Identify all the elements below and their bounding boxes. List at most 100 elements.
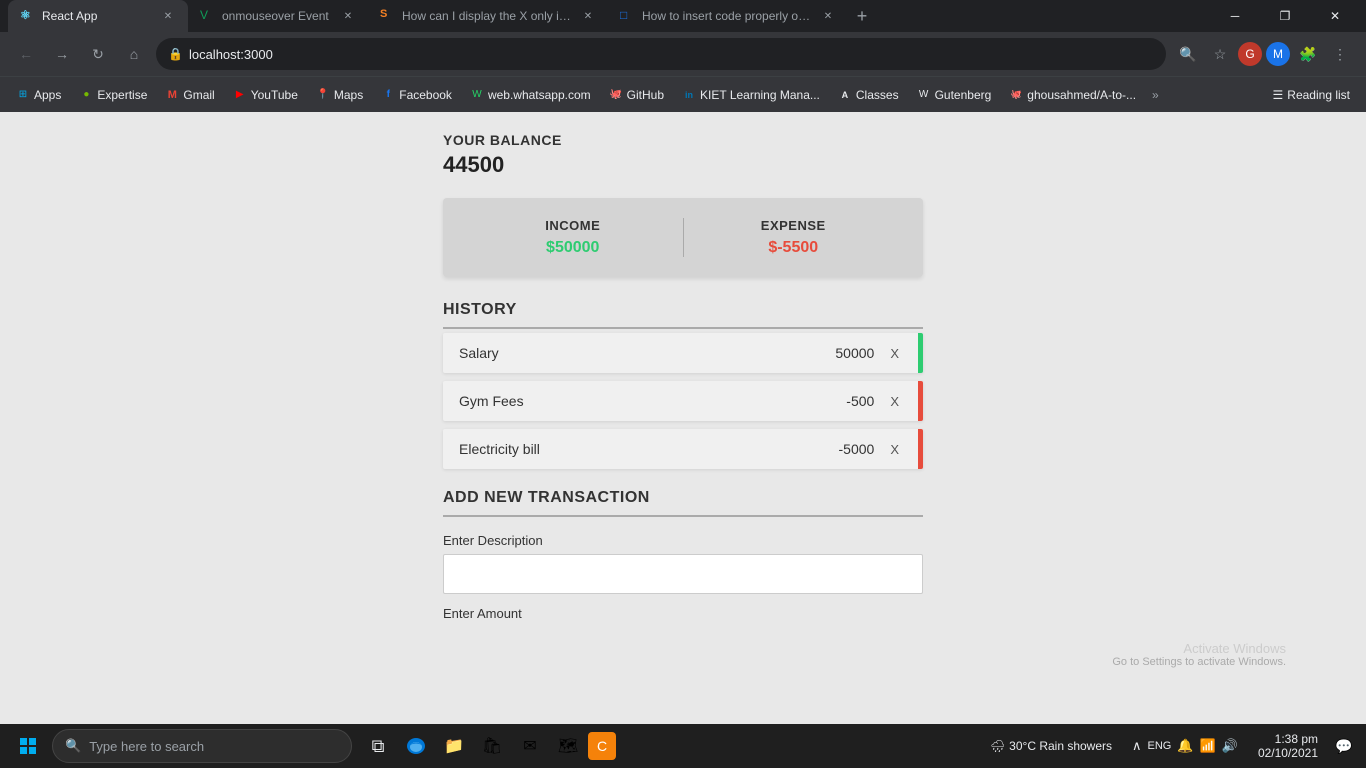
profile-icon-1[interactable]: G: [1238, 42, 1262, 66]
search-placeholder-text: Type here to search: [89, 739, 204, 754]
transaction-electricity-delete[interactable]: X: [890, 442, 899, 457]
bookmark-apps[interactable]: ⊞ Apps: [8, 84, 69, 106]
tab-stackoverflow1[interactable]: S How can I display the X only in si ✕: [368, 0, 608, 32]
volume-icon[interactable]: 🔊: [1222, 738, 1238, 754]
weather-display[interactable]: 🌧 30°C Rain showers: [982, 739, 1120, 753]
transaction-gym-delete[interactable]: X: [890, 394, 899, 409]
transaction-gym-name: Gym Fees: [459, 393, 846, 409]
bookmark-whatsapp-label: web.whatsapp.com: [488, 88, 591, 102]
description-input[interactable]: [443, 554, 923, 594]
bookmark-ghousahmed[interactable]: 🐙 ghousahmed/A-to-...: [1001, 84, 1144, 106]
wifi-icon[interactable]: 📶: [1200, 738, 1216, 754]
windows-logo: [20, 738, 36, 754]
bookmark-kiet[interactable]: in KIET Learning Mana...: [674, 84, 828, 106]
youtube-icon: ▶: [233, 88, 247, 102]
gutenberg-icon: W: [917, 88, 931, 102]
language-icon[interactable]: ENG: [1148, 740, 1172, 752]
expense-label: EXPENSE: [684, 218, 904, 233]
reading-list-icon: ☰: [1273, 88, 1284, 102]
transaction-salary-delete[interactable]: X: [890, 346, 899, 361]
ghousahmed-icon: 🐙: [1009, 88, 1023, 102]
date-display: 02/10/2021: [1258, 746, 1318, 760]
store-icon[interactable]: 🛍: [474, 728, 510, 764]
expense-amount: $-5500: [684, 239, 904, 257]
balance-label: YOUR BALANCE: [443, 132, 923, 148]
main-content: YOUR BALANCE 44500 INCOME $50000 EXPENSE…: [0, 112, 1366, 724]
clock-display[interactable]: 1:38 pm 02/10/2021: [1250, 732, 1326, 760]
time-display: 1:38 pm: [1258, 732, 1318, 746]
transaction-gym-amount: -500: [846, 393, 874, 409]
bookmark-kiet-label: KIET Learning Mana...: [700, 88, 820, 102]
edge-icon[interactable]: [398, 728, 434, 764]
bookmark-gutenberg-label: Gutenberg: [935, 88, 992, 102]
taskbar-search[interactable]: 🔍 Type here to search: [52, 729, 352, 763]
transaction-electricity: Electricity bill -5000 X: [443, 429, 923, 469]
tab-react[interactable]: ⚛ React App ✕: [8, 0, 188, 32]
bookmarks-more-button[interactable]: »: [1146, 84, 1165, 106]
titlebar: ⚛ React App ✕ V onmouseover Event ✕ S Ho…: [0, 0, 1366, 32]
extensions-icon[interactable]: 🧩: [1294, 40, 1322, 68]
new-tab-button[interactable]: +: [848, 2, 876, 30]
balance-section: YOUR BALANCE 44500: [443, 132, 923, 178]
bookmark-expertise-label: Expertise: [97, 88, 147, 102]
address-text: localhost:3000: [189, 47, 273, 62]
history-heading: HISTORY: [443, 301, 923, 319]
transaction-salary-name: Salary: [459, 345, 835, 361]
search-toolbar-icon[interactable]: 🔍: [1174, 40, 1202, 68]
bookmark-gmail[interactable]: M Gmail: [157, 84, 222, 106]
transaction-gym: Gym Fees -500 X: [443, 381, 923, 421]
balance-amount: 44500: [443, 152, 923, 178]
maps-taskbar-icon[interactable]: 🗺: [550, 728, 586, 764]
search-icon: 🔍: [65, 738, 81, 754]
reading-list-button[interactable]: ☰ Reading list: [1265, 84, 1358, 106]
taskbar: 🔍 Type here to search ⧉ 📁 🛍 ✉ 🗺 C 🌧 30°C…: [0, 724, 1366, 768]
tab-stackoverflow2[interactable]: □ How to insert code properly on S ✕: [608, 0, 848, 32]
tab-so2-close[interactable]: ✕: [820, 8, 836, 24]
refresh-button[interactable]: ↻: [84, 40, 112, 68]
bookmark-github[interactable]: 🐙 GitHub: [601, 84, 672, 106]
menu-icon[interactable]: ⋮: [1326, 40, 1354, 68]
orange-app-icon[interactable]: C: [588, 732, 616, 760]
bookmark-maps[interactable]: 📍 Maps: [308, 84, 371, 106]
bookmark-facebook[interactable]: f Facebook: [373, 84, 460, 106]
mail-icon[interactable]: ✉: [512, 728, 548, 764]
bookmark-classes[interactable]: A Classes: [830, 84, 907, 106]
notification-icon[interactable]: 🔔: [1177, 738, 1193, 754]
speech-bubble-icon: 💬: [1335, 738, 1352, 755]
bookmark-apps-label: Apps: [34, 88, 61, 102]
transaction-salary-amount: 50000: [835, 345, 874, 361]
back-button[interactable]: ←: [12, 40, 40, 68]
address-bar: ← → ↻ ⌂ 🔒 localhost:3000 🔍 ☆ G M 🧩 ⋮: [0, 32, 1366, 76]
task-view-icon[interactable]: ⧉: [360, 728, 396, 764]
bookmark-ghousahmed-label: ghousahmed/A-to-...: [1027, 88, 1136, 102]
forward-button[interactable]: →: [48, 40, 76, 68]
minimize-button[interactable]: ─: [1212, 0, 1258, 32]
transaction-salary: Salary 50000 X: [443, 333, 923, 373]
history-divider: [443, 327, 923, 329]
address-input-container[interactable]: 🔒 localhost:3000: [156, 38, 1166, 70]
home-button[interactable]: ⌂: [120, 40, 148, 68]
tab-react-close[interactable]: ✕: [160, 8, 176, 24]
tab-onmouseover-close[interactable]: ✕: [340, 8, 356, 24]
add-transaction-heading: ADD NEW TRANSACTION: [443, 489, 923, 507]
bookmark-expertise[interactable]: ● Expertise: [71, 84, 155, 106]
app-container: YOUR BALANCE 44500 INCOME $50000 EXPENSE…: [423, 112, 943, 724]
maximize-button[interactable]: ❐: [1262, 0, 1308, 32]
lock-icon: 🔒: [168, 47, 183, 61]
system-tray: ∧ ENG 🔔 📶 🔊: [1124, 738, 1246, 754]
file-explorer-icon[interactable]: 📁: [436, 728, 472, 764]
bookmark-gutenberg[interactable]: W Gutenberg: [909, 84, 1000, 106]
profile-icon-2[interactable]: M: [1266, 42, 1290, 66]
start-button[interactable]: [8, 726, 48, 766]
tab-so1-close[interactable]: ✕: [580, 8, 596, 24]
close-button[interactable]: ✕: [1312, 0, 1358, 32]
bookmark-youtube[interactable]: ▶ YouTube: [225, 84, 306, 106]
expertise-icon: ●: [79, 88, 93, 102]
transaction-electricity-amount: -5000: [839, 441, 875, 457]
tab-onmouseover[interactable]: V onmouseover Event ✕: [188, 0, 368, 32]
action-center-button[interactable]: 💬: [1330, 732, 1358, 760]
bookmark-whatsapp[interactable]: W web.whatsapp.com: [462, 84, 599, 106]
onmouseover-favicon: V: [200, 8, 216, 24]
star-icon[interactable]: ☆: [1206, 40, 1234, 68]
chevron-up-icon[interactable]: ∧: [1132, 738, 1142, 754]
